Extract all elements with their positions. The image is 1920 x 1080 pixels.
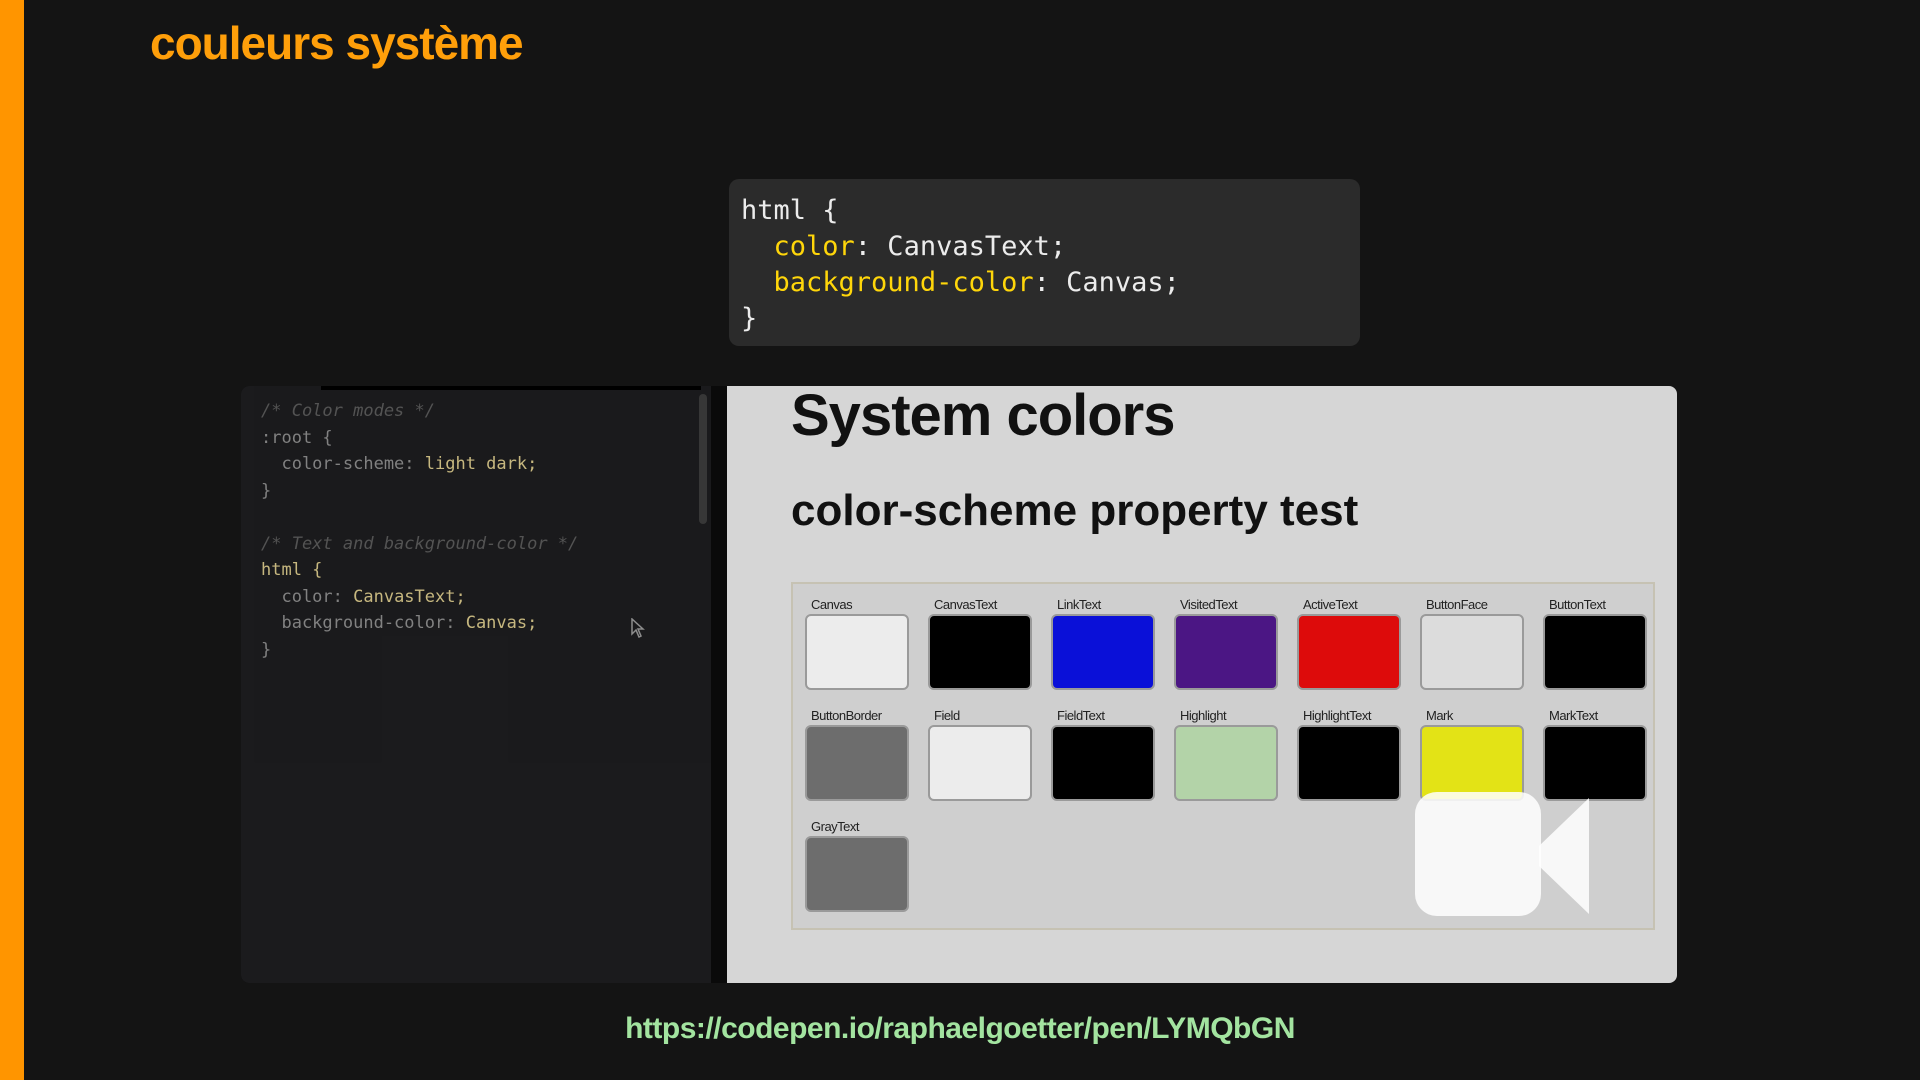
swatch-canvastext: CanvasText (928, 596, 1032, 690)
css-property: background-color (773, 267, 1034, 298)
swatch-highlight: Highlight (1174, 707, 1278, 801)
editor-code: /* Color modes */ :root { color-scheme: l… (261, 398, 578, 663)
swatch-label: FieldText (1057, 708, 1105, 723)
swatch-canvas: Canvas (805, 596, 909, 690)
demo-video-frame: /* Color modes */ :root { color-scheme: l… (241, 386, 1677, 983)
swatch-color-box (1174, 614, 1278, 690)
swatch-label: ButtonText (1549, 597, 1606, 612)
video-camera-icon (1415, 792, 1589, 916)
swatch-marktext: MarkText (1543, 707, 1647, 801)
swatch-color-box (1297, 725, 1401, 801)
swatch-color-box (1420, 614, 1524, 690)
swatch-label: Canvas (811, 597, 853, 612)
editor-top-border (321, 386, 701, 390)
swatch-buttonborder: ButtonBorder (805, 707, 909, 801)
swatch-color-box (1051, 725, 1155, 801)
swatch-mark: Mark (1420, 707, 1524, 801)
swatch-label: Mark (1426, 708, 1453, 723)
swatch-label: ButtonBorder (811, 708, 882, 723)
editor-line: } (261, 639, 272, 660)
editor-line: } (261, 480, 272, 501)
editor-line: color-scheme: light dark; (261, 454, 538, 474)
swatch-color-box (1543, 614, 1647, 690)
swatch-activetext: ActiveText (1297, 596, 1401, 690)
swatch-visitedtext: VisitedText (1174, 596, 1278, 690)
swatch-label: VisitedText (1180, 597, 1238, 612)
editor-scrollbar[interactable] (699, 394, 707, 524)
css-property: color (773, 231, 855, 262)
swatch-color-box (805, 725, 909, 801)
swatch-color-box (1051, 614, 1155, 690)
editor-line: :root { (261, 427, 333, 448)
code-line: } (741, 303, 758, 334)
swatch-label: MarkText (1549, 708, 1598, 723)
editor-line: background-color: Canvas; (261, 613, 538, 633)
swatch-color-box (1297, 614, 1401, 690)
swatch-label: HighlightText (1303, 708, 1371, 723)
mouse-pointer-icon (631, 618, 645, 638)
code-line: html { (741, 195, 839, 226)
swatch-label: ActiveText (1303, 597, 1358, 612)
swatch-label: ButtonFace (1426, 597, 1488, 612)
swatch-color-box (805, 836, 909, 912)
swatch-label: CanvasText (934, 597, 997, 612)
swatch-color-box (805, 614, 909, 690)
code-line: background-color: Canvas; (773, 267, 1180, 298)
swatch-highlighttext: HighlightText (1297, 707, 1401, 801)
swatch-color-box (1174, 725, 1278, 801)
swatch-label: Highlight (1180, 708, 1227, 723)
swatch-linktext: LinkText (1051, 596, 1155, 690)
codepen-link[interactable]: https://codepen.io/raphaelgoetter/pen/LY… (0, 1012, 1920, 1046)
swatch-color-box (928, 725, 1032, 801)
slide-title: couleurs système (150, 17, 524, 69)
swatch-label: LinkText (1057, 597, 1101, 612)
code-line: color: CanvasText; (773, 231, 1067, 262)
preview-subheading: color-scheme property test (791, 486, 1359, 535)
editor-line: /* Color modes */ (261, 401, 435, 421)
editor-line: color: CanvasText; (261, 586, 466, 607)
swatch-label: Field (934, 708, 960, 723)
preview-pane: System colors color-scheme property test… (727, 386, 1677, 983)
swatch-buttontext: ButtonText (1543, 596, 1647, 690)
editor-line: /* Text and background-color */ (261, 533, 579, 554)
editor-line: html { (261, 560, 323, 580)
swatch-label: GrayText (811, 819, 860, 834)
code-editor-pane: /* Color modes */ :root { color-scheme: l… (241, 386, 711, 983)
swatch-color-box (928, 614, 1032, 690)
pane-divider[interactable] (711, 386, 727, 983)
swatch-buttonface: ButtonFace (1420, 596, 1524, 690)
swatch-fieldtext: FieldText (1051, 707, 1155, 801)
accent-bar (0, 0, 24, 1080)
preview-heading: System colors (791, 386, 1176, 448)
swatch-field: Field (928, 707, 1032, 801)
code-snippet: html { color: CanvasText; background-col… (729, 179, 1360, 346)
swatch-graytext: GrayText (805, 818, 909, 912)
